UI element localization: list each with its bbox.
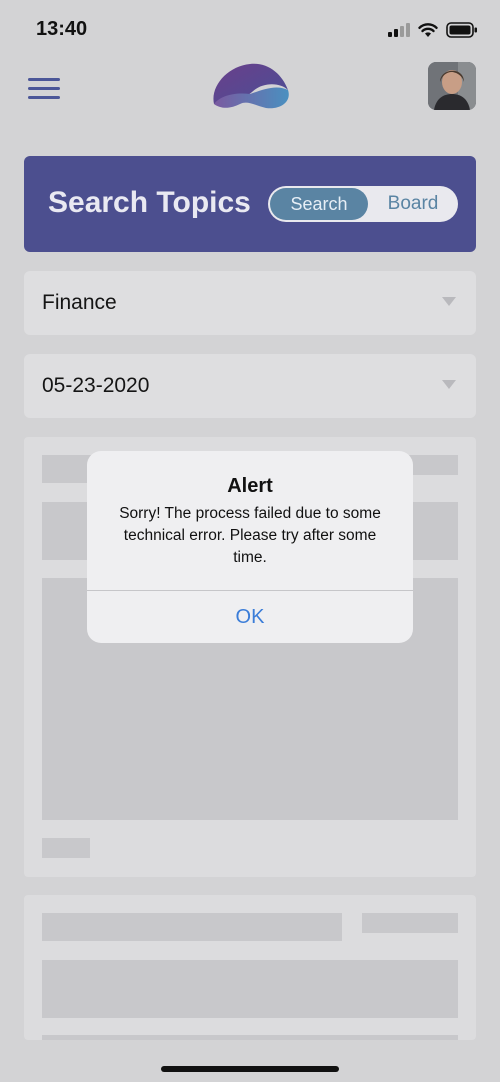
signal-icon — [388, 23, 410, 37]
search-board-toggle: Search Board — [268, 186, 458, 222]
date-dropdown-value: 05-23-2020 — [42, 374, 150, 397]
chevron-down-icon — [442, 297, 456, 306]
alert-dialog: Alert Sorry! The process failed due to s… — [87, 451, 413, 643]
wifi-icon — [418, 22, 438, 37]
status-bar: 13:40 — [0, 0, 500, 56]
alert-ok-button[interactable]: OK — [87, 591, 413, 643]
date-dropdown[interactable]: 05-23-2020 — [24, 354, 476, 418]
toggle-board-option[interactable]: Board — [372, 188, 454, 220]
alert-message: Sorry! The process failed due to some te… — [119, 505, 381, 566]
hamburger-menu-icon[interactable] — [28, 76, 62, 100]
skeleton-line — [362, 913, 458, 933]
user-avatar[interactable] — [428, 62, 476, 110]
toggle-search-option[interactable]: Search — [270, 188, 368, 220]
category-dropdown-value: Finance — [42, 291, 117, 314]
status-time: 13:40 — [36, 18, 88, 40]
placeholder-card — [24, 895, 476, 1040]
skeleton-line — [42, 960, 458, 1018]
battery-icon — [446, 22, 477, 38]
skeleton-line — [42, 838, 90, 858]
app-logo — [213, 63, 289, 109]
alert-title: Alert — [227, 475, 273, 497]
chevron-down-icon — [442, 380, 456, 389]
app-header — [0, 56, 500, 126]
search-topics-banner: Search Topics Search Board — [24, 156, 476, 252]
category-dropdown[interactable]: Finance — [24, 271, 476, 335]
banner-title: Search Topics — [48, 186, 251, 219]
avatar-image — [428, 62, 476, 110]
skeleton-line — [42, 913, 342, 941]
status-icons — [388, 20, 478, 40]
home-indicator — [161, 1066, 339, 1072]
skeleton-line — [42, 1035, 458, 1040]
